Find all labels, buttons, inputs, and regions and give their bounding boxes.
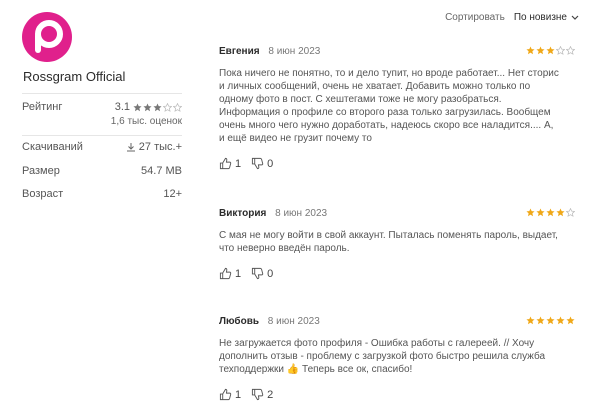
sort-dropdown[interactable]: По новизне [514, 12, 579, 23]
age-value: 12+ [163, 188, 182, 200]
app-title: Rossgram Official [23, 69, 126, 84]
star-empty-icon [556, 46, 565, 55]
review-item: Виктория 8 июн 2023 С мая не могу войти … [219, 208, 575, 280]
review-item: Евгения 8 июн 2023 Пока ничего не понятн… [219, 46, 575, 170]
review-text: Не загружается фото профиля - Ошибка раб… [219, 338, 546, 375]
star-filled-icon [546, 208, 555, 217]
downloads-value-group: 27 тыс.+ [126, 141, 182, 153]
dislike-count: 0 [267, 267, 274, 280]
star-empty-icon [163, 102, 172, 112]
dislike-button[interactable]: 0 [251, 157, 273, 170]
divider [22, 93, 182, 94]
star-filled-icon [536, 208, 545, 217]
star-empty-icon [173, 102, 182, 112]
review-votes: 1 0 [219, 157, 575, 170]
star-filled-icon [143, 103, 152, 111]
like-button[interactable]: 1 [219, 267, 241, 280]
dislike-button[interactable]: 2 [251, 388, 273, 401]
review-author: Любовь [219, 316, 260, 327]
dislike-count: 0 [267, 157, 274, 170]
star-filled-icon [526, 208, 535, 217]
star-filled-icon [133, 103, 142, 111]
review-stars [526, 208, 575, 217]
thumbs-up-icon [219, 157, 232, 170]
star-filled-icon [536, 46, 545, 55]
star-empty-icon [566, 46, 575, 55]
downloads-value: 27 тыс.+ [138, 141, 182, 153]
rating-stars [133, 102, 182, 112]
app-logo-icon [22, 12, 72, 62]
rating-count: 1,6 тыс. оценок [110, 116, 182, 127]
download-icon [126, 143, 135, 152]
downloads-row: Скачиваний 27 тыс.+ [22, 141, 182, 155]
divider [22, 135, 182, 136]
sort-bar: Сортировать По новизне [445, 12, 579, 23]
thumbs-up-icon [219, 267, 232, 280]
like-button[interactable]: 1 [219, 157, 241, 170]
like-count: 1 [235, 267, 242, 280]
like-count: 1 [235, 388, 242, 401]
star-filled-icon [526, 316, 535, 325]
star-filled-icon [556, 316, 565, 325]
review-header: Евгения 8 июн 2023 [219, 46, 575, 60]
chevron-down-icon [571, 15, 579, 20]
review-author: Евгения [219, 46, 260, 57]
review-item: Любовь 8 июн 2023 Не загружается фото пр… [219, 316, 575, 401]
size-label: Размер [22, 165, 60, 177]
review-stars [526, 46, 575, 55]
size-value: 54.7 MB [141, 165, 182, 177]
thumbs-down-icon [252, 388, 264, 401]
thumbs-up-icon [219, 388, 232, 401]
like-button[interactable]: 1 [219, 388, 241, 401]
rating-value-group: 3.1 [115, 101, 182, 113]
star-filled-icon [546, 46, 555, 55]
thumbs-down-icon [252, 267, 264, 280]
review-votes: 1 0 [219, 267, 575, 280]
rating-value: 3.1 [114, 101, 130, 113]
like-count: 1 [235, 157, 242, 170]
review-votes: 1 2 [219, 388, 575, 401]
star-filled-icon [526, 46, 535, 55]
star-filled-icon [153, 103, 162, 111]
sort-value: По новизне [513, 12, 567, 23]
age-label: Возраст [22, 188, 64, 200]
size-row: Размер 54.7 MB [22, 165, 182, 179]
dislike-button[interactable]: 0 [251, 267, 273, 280]
sort-label: Сортировать [445, 12, 505, 23]
star-filled-icon [536, 316, 545, 325]
review-text: Пока ничего не понятно, то и дело тупит,… [219, 68, 559, 144]
rating-label: Рейтинг [22, 101, 63, 113]
star-filled-icon [556, 208, 565, 217]
age-row: Возраст 12+ [22, 188, 182, 202]
review-date: 8 июн 2023 [275, 208, 328, 219]
star-filled-icon [566, 316, 575, 325]
thumbs-down-icon [252, 157, 264, 170]
review-date: 8 июн 2023 [267, 316, 320, 327]
rating-row: Рейтинг 3.1 1,6 тыс. оценок [22, 101, 182, 131]
review-text: С мая не могу войти в свой аккаунт. Пыта… [219, 230, 558, 254]
downloads-label: Скачиваний [22, 141, 83, 153]
review-date: 8 июн 2023 [268, 46, 321, 57]
review-stars [526, 316, 575, 325]
review-header: Виктория 8 июн 2023 [219, 208, 575, 222]
star-filled-icon [546, 316, 555, 325]
review-author: Виктория [219, 208, 267, 219]
dislike-count: 2 [267, 388, 274, 401]
star-empty-icon [566, 208, 575, 217]
review-header: Любовь 8 июн 2023 [219, 316, 575, 330]
